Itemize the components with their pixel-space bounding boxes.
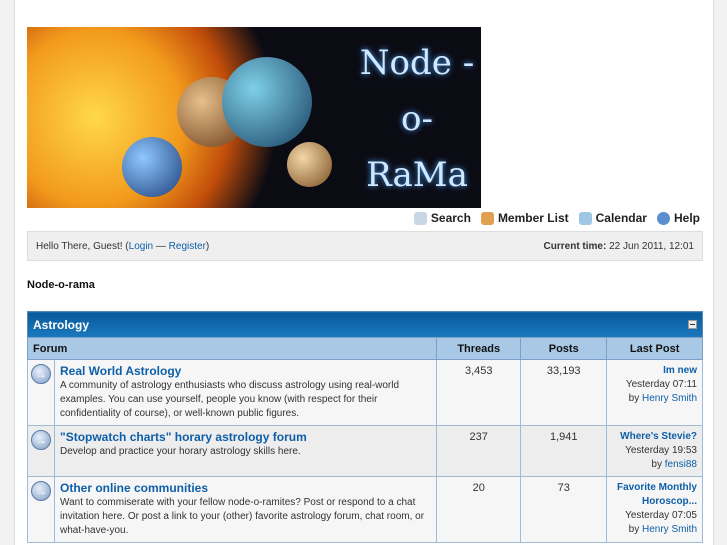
page-title: Node-o-rama [27, 279, 95, 291]
menu-help[interactable]: Help [656, 211, 700, 225]
planet-image [222, 57, 312, 147]
site-logo: Node -o- RaMa [359, 43, 475, 195]
paren: ) [205, 240, 210, 252]
last-post-title[interactable]: Favorite Monthly Horoscop... [617, 482, 697, 507]
greeting: Hello There, Guest! (Login — Register) [36, 241, 209, 252]
forum-title-link[interactable]: Other online communities [60, 481, 431, 495]
search-icon [413, 211, 427, 225]
menu-label: Member List [497, 211, 569, 225]
forum-info: Real World Astrology A community of astro… [53, 359, 438, 426]
menu-label: Calendar [595, 211, 647, 225]
menu-label: Search [430, 211, 471, 225]
forum-status-icon: → [31, 430, 51, 450]
help-icon [656, 211, 670, 225]
last-post: Where's Stevie? Yesterday 19:53 by fensi88 [606, 425, 703, 477]
welcome-bar: Hello There, Guest! (Login — Register) C… [27, 231, 703, 261]
forum-row: → Other online communities Want to commis… [27, 476, 703, 543]
last-post-title[interactable]: Where's Stevie? [620, 431, 697, 442]
last-post-user[interactable]: fensi88 [665, 459, 697, 470]
thread-count: 20 [436, 476, 522, 543]
forum-title-link[interactable]: Real World Astrology [60, 364, 431, 378]
thread-count: 237 [436, 425, 522, 477]
forum-info: Other online communities Want to commiser… [53, 476, 438, 543]
by-label: by [628, 393, 642, 404]
col-last-post: Last Post [606, 337, 703, 360]
current-time: Current time: 22 Jun 2011, 12:01 [544, 241, 694, 252]
forum-row: → "Stopwatch charts" horary astrology fo… [27, 425, 703, 477]
forum-row: → Real World Astrology A community of ast… [27, 359, 703, 426]
thread-count: 3,453 [436, 359, 522, 426]
last-post-time: Yesterday 07:11 [625, 379, 697, 390]
forum-description: A community of astrology enthusiasts who… [60, 380, 400, 419]
forum-status-cell: → [27, 425, 55, 477]
post-count: 73 [520, 476, 608, 543]
last-post-time: Yesterday 07:05 [625, 510, 697, 521]
by-label: by [628, 524, 642, 535]
forum-description: Develop and practice your horary astrolo… [60, 446, 301, 457]
collapse-icon[interactable] [688, 319, 697, 329]
members-icon [480, 211, 494, 225]
menu-calendar[interactable]: Calendar [578, 211, 647, 225]
col-forum: Forum [26, 337, 438, 360]
forum-status-cell: → [27, 476, 55, 543]
time-label: Current time: [543, 240, 607, 252]
last-post: Favorite Monthly Horoscop... Yesterday 07… [606, 476, 703, 543]
time-value: 22 Jun 2011, 12:01 [606, 240, 694, 252]
post-count: 1,941 [520, 425, 608, 477]
post-count: 33,193 [520, 359, 608, 426]
planet-image [287, 142, 332, 187]
last-post-user[interactable]: Henry Smith [642, 393, 697, 404]
category-title[interactable]: Astrology [33, 318, 89, 332]
greeting-text: Hello There, Guest! ( [36, 240, 129, 252]
last-post: Im new Yesterday 07:11 by Henry Smith [606, 359, 703, 426]
separator: — [153, 240, 169, 252]
category-header: Astrology [27, 311, 703, 338]
menu-member-list[interactable]: Member List [480, 211, 569, 225]
forum-status-cell: → [27, 359, 55, 426]
last-post-title[interactable]: Im new [663, 365, 697, 376]
last-post-user[interactable]: Henry Smith [642, 524, 697, 535]
forum-table: Astrology Forum Threads Posts Last Post … [26, 311, 703, 543]
planet-image [122, 137, 182, 197]
forum-status-icon: → [31, 364, 51, 384]
calendar-icon [578, 211, 592, 225]
by-label: by [651, 459, 665, 470]
col-threads: Threads [436, 337, 522, 360]
login-link[interactable]: Login [129, 241, 153, 252]
col-posts: Posts [520, 337, 608, 360]
forum-info: "Stopwatch charts" horary astrology foru… [53, 425, 438, 477]
forum-status-icon: → [31, 481, 51, 501]
register-link[interactable]: Register [169, 241, 206, 252]
top-menu: Search Member List Calendar Help [413, 211, 700, 225]
forum-title-link[interactable]: "Stopwatch charts" horary astrology foru… [60, 430, 431, 444]
last-post-time: Yesterday 19:53 [625, 445, 697, 456]
forum-description: Want to commiserate with your fellow nod… [60, 497, 425, 536]
menu-search[interactable]: Search [413, 211, 471, 225]
menu-label: Help [673, 211, 700, 225]
site-banner[interactable]: Node -o- RaMa [27, 27, 481, 208]
